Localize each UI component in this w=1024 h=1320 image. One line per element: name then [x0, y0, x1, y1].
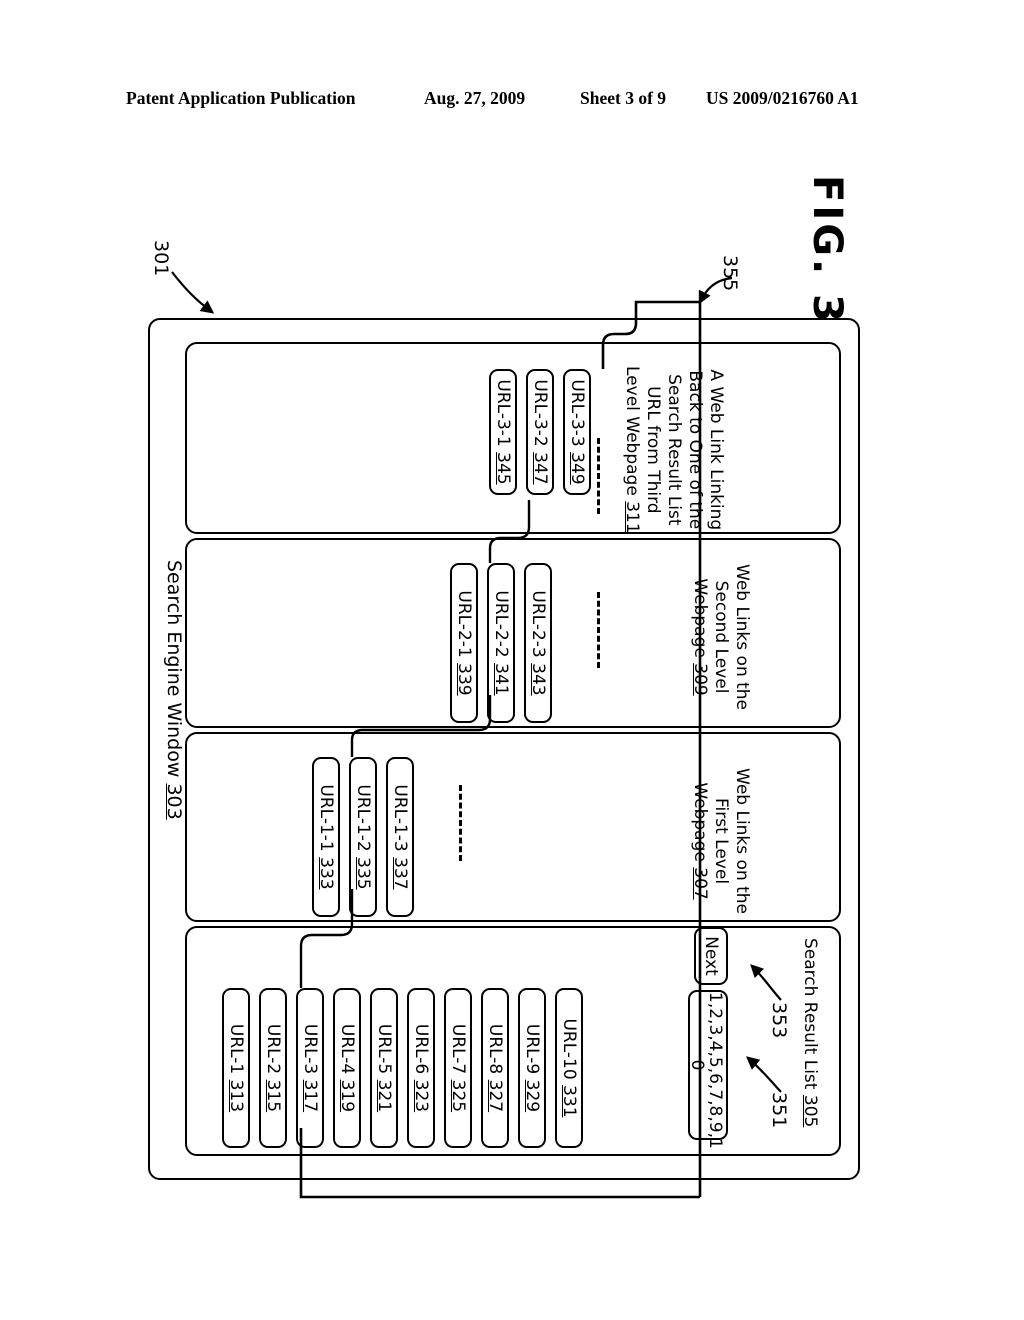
link-url-2-3-ref: 343	[528, 663, 548, 696]
third-level-caption: A Web Link Linking Back to One of the Sear…	[621, 366, 726, 534]
result-url-2-ref: 315	[263, 1079, 283, 1113]
patent-figure: FIG. 3 301 355 Search Engine Window 303 …	[0, 0, 1024, 1320]
result-url-2[interactable]: URL-2 315	[259, 988, 287, 1148]
first-level-caption: Web Links on the First Level Webpage 307	[689, 768, 752, 914]
result-url-10-ref: 331	[559, 1085, 579, 1118]
first-level-caption-line2: First Level	[711, 797, 731, 885]
first-level-caption-ref: 307	[690, 867, 710, 900]
third-level-caption-line4: URL from Third	[643, 386, 663, 514]
link-url-2-3[interactable]: URL-2-3 343	[524, 563, 552, 723]
third-level-ellipsis	[597, 438, 600, 514]
search-result-list-caption-ref: 305	[800, 1094, 820, 1128]
link-url-3-2-ref: 347	[530, 452, 550, 485]
pagination-line2: 0	[687, 1059, 707, 1071]
link-url-2-1-ref: 339	[454, 663, 474, 696]
result-url-10[interactable]: URL-10 331	[555, 988, 583, 1148]
result-url-10-label: URL-10	[559, 1018, 579, 1086]
second-level-ellipsis	[597, 592, 600, 668]
link-url-2-3-label: URL-2-3	[528, 590, 548, 664]
result-url-7-label: URL-7	[448, 1023, 468, 1080]
link-url-1-1-label: URL-1-1	[316, 784, 336, 858]
result-url-4[interactable]: URL-4 319	[333, 988, 361, 1148]
second-level-caption: Web Links on the Second Level Webpage 309	[689, 564, 752, 710]
result-url-6[interactable]: URL-6 323	[407, 988, 435, 1148]
result-url-3-ref: 317	[300, 1079, 320, 1113]
result-url-7-ref: 325	[448, 1079, 468, 1113]
result-url-9-ref: 329	[522, 1079, 542, 1113]
search-result-list-caption-text: Search Result List	[800, 938, 820, 1095]
result-url-6-label: URL-6	[411, 1023, 431, 1080]
result-url-4-label: URL-4	[337, 1023, 357, 1080]
result-url-5-ref: 321	[374, 1079, 394, 1113]
link-url-3-3[interactable]: URL-3-3 349	[563, 369, 591, 495]
link-url-1-2[interactable]: URL-1-2 335	[349, 757, 377, 917]
reference-numeral-301: 301	[150, 240, 172, 277]
reference-numeral-351: 351	[768, 1092, 790, 1129]
result-url-9[interactable]: URL-9 329	[518, 988, 546, 1148]
second-level-caption-line2: Second Level	[711, 580, 731, 694]
result-url-1-ref: 313	[226, 1079, 246, 1113]
window-title-ref: 303	[163, 783, 185, 820]
result-url-9-label: URL-9	[522, 1023, 542, 1080]
first-level-caption-line1: Web Links on the	[732, 768, 752, 915]
link-url-3-1-ref: 345	[493, 452, 513, 485]
third-level-caption-line3: Search Result List	[664, 374, 684, 526]
link-url-1-1-ref: 333	[316, 857, 336, 890]
link-url-2-1-label: URL-2-1	[454, 590, 474, 664]
first-level-ellipsis	[459, 785, 462, 861]
link-url-3-3-ref: 349	[567, 452, 587, 485]
third-level-caption-line1: A Web Link Linking	[706, 369, 726, 531]
link-url-2-2[interactable]: URL-2-2 341	[487, 563, 515, 723]
pagination-line1: 1,2,3,4,5,6,7,8,9,1	[705, 992, 725, 1149]
pagination-control[interactable]: 1,2,3,4,5,6,7,8,9,1 0	[687, 990, 728, 1149]
result-url-6-ref: 323	[411, 1079, 431, 1113]
first-level-caption-line3: Webpage	[690, 782, 710, 868]
third-level-caption-line5: Level Webpage	[622, 366, 642, 502]
link-url-3-1[interactable]: URL-3-1 345	[489, 369, 517, 495]
result-url-2-label: URL-2	[263, 1023, 283, 1080]
link-url-3-2-label: URL-3-2	[530, 379, 550, 453]
result-url-8-ref: 327	[485, 1079, 505, 1113]
reference-numeral-355: 355	[719, 255, 741, 292]
lead-line-301	[171, 271, 215, 314]
result-url-3-label: URL-3	[300, 1023, 320, 1080]
link-url-1-3-label: URL-1-3	[390, 784, 410, 858]
link-url-1-2-ref: 335	[353, 857, 373, 890]
link-url-2-2-label: URL-2-2	[491, 590, 511, 664]
search-result-list-caption: Search Result List 305	[799, 938, 820, 1127]
result-url-4-ref: 319	[337, 1079, 357, 1113]
search-engine-window-label: Search Engine Window 303	[155, 560, 185, 890]
link-url-2-2-ref: 341	[491, 663, 511, 696]
second-level-caption-ref: 309	[690, 663, 710, 696]
link-url-1-3-ref: 337	[390, 857, 410, 890]
link-url-1-2-label: URL-1-2	[353, 784, 373, 858]
next-button[interactable]: Next	[694, 927, 728, 985]
result-url-8-label: URL-8	[485, 1023, 505, 1080]
link-url-3-3-label: URL-3-3	[567, 379, 587, 453]
result-url-7[interactable]: URL-7 325	[444, 988, 472, 1148]
reference-numeral-353: 353	[768, 1002, 790, 1039]
link-url-1-3[interactable]: URL-1-3 337	[386, 757, 414, 917]
third-level-caption-line2: Back to One of the	[685, 370, 705, 530]
result-url-1[interactable]: URL-1 313	[222, 988, 250, 1148]
link-url-2-1[interactable]: URL-2-1 339	[450, 563, 478, 723]
result-url-5-label: URL-5	[374, 1023, 394, 1080]
result-url-3[interactable]: URL-3 317	[296, 988, 324, 1148]
result-url-1-label: URL-1	[226, 1023, 246, 1080]
result-url-5[interactable]: URL-5 321	[370, 988, 398, 1148]
window-title-text: Search Engine Window	[163, 560, 185, 784]
link-url-1-1[interactable]: URL-1-1 333	[312, 757, 340, 917]
third-level-caption-ref: 311	[622, 501, 642, 534]
link-url-3-1-label: URL-3-1	[493, 379, 513, 453]
second-level-caption-line1: Web Links on the	[732, 564, 752, 711]
link-url-3-2[interactable]: URL-3-2 347	[526, 369, 554, 495]
result-url-8[interactable]: URL-8 327	[481, 988, 509, 1148]
second-level-caption-line3: Webpage	[690, 578, 710, 664]
